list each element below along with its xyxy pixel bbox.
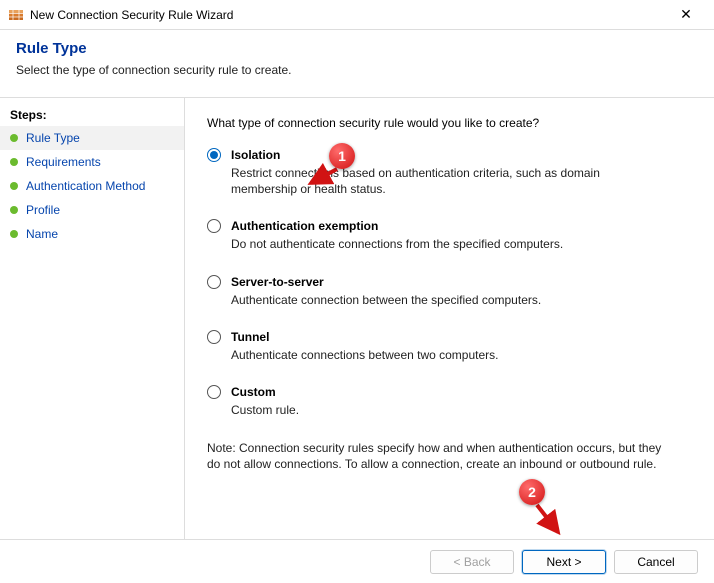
step-label: Rule Type [26, 131, 80, 145]
radio-server-to-server[interactable] [207, 275, 221, 289]
firewall-icon [8, 7, 24, 23]
option-label[interactable]: Tunnel [231, 330, 269, 344]
next-button[interactable]: Next > [522, 550, 606, 574]
note-text: Note: Connection security rules specify … [207, 440, 677, 472]
option-tunnel: Tunnel Authenticate connections between … [207, 330, 692, 363]
step-authentication-method[interactable]: Authentication Method [0, 174, 184, 198]
page-subtitle: Select the type of connection security r… [16, 63, 698, 77]
option-desc: Restrict connections based on authentica… [231, 165, 661, 197]
window-title: New Connection Security Rule Wizard [30, 8, 666, 22]
step-label: Profile [26, 203, 60, 217]
option-desc: Authenticate connection between the spec… [231, 292, 661, 308]
radio-auth-exemption[interactable] [207, 219, 221, 233]
step-label: Authentication Method [26, 179, 145, 193]
step-bullet-icon [10, 158, 18, 166]
option-label[interactable]: Authentication exemption [231, 219, 378, 233]
close-icon: ✕ [680, 6, 692, 23]
step-requirements[interactable]: Requirements [0, 150, 184, 174]
option-desc: Do not authenticate connections from the… [231, 236, 661, 252]
option-custom: Custom Custom rule. [207, 385, 692, 418]
option-server-to-server: Server-to-server Authenticate connection… [207, 275, 692, 308]
wizard-footer: < Back Next > Cancel [0, 539, 714, 583]
step-profile[interactable]: Profile [0, 198, 184, 222]
step-bullet-icon [10, 182, 18, 190]
wizard-header: Rule Type Select the type of connection … [0, 30, 714, 98]
radio-tunnel[interactable] [207, 330, 221, 344]
step-name[interactable]: Name [0, 222, 184, 246]
steps-heading: Steps: [0, 106, 184, 126]
radio-isolation[interactable] [207, 148, 221, 162]
question-text: What type of connection security rule wo… [207, 116, 692, 130]
step-label: Requirements [26, 155, 101, 169]
radio-custom[interactable] [207, 385, 221, 399]
step-bullet-icon [10, 134, 18, 142]
steps-sidebar: Steps: Rule Type Requirements Authentica… [0, 98, 185, 539]
step-bullet-icon [10, 230, 18, 238]
option-label[interactable]: Custom [231, 385, 276, 399]
titlebar: New Connection Security Rule Wizard ✕ [0, 0, 714, 30]
close-button[interactable]: ✕ [666, 1, 706, 29]
main-panel: What type of connection security rule wo… [185, 98, 714, 539]
option-label[interactable]: Isolation [231, 148, 280, 162]
step-bullet-icon [10, 206, 18, 214]
step-label: Name [26, 227, 58, 241]
option-desc: Custom rule. [231, 402, 661, 418]
cancel-button[interactable]: Cancel [614, 550, 698, 574]
option-desc: Authenticate connections between two com… [231, 347, 661, 363]
back-button[interactable]: < Back [430, 550, 514, 574]
option-auth-exemption: Authentication exemption Do not authenti… [207, 219, 692, 252]
option-label[interactable]: Server-to-server [231, 275, 324, 289]
page-title: Rule Type [16, 40, 698, 57]
step-rule-type[interactable]: Rule Type [0, 126, 184, 150]
option-isolation: Isolation Restrict connections based on … [207, 148, 692, 197]
